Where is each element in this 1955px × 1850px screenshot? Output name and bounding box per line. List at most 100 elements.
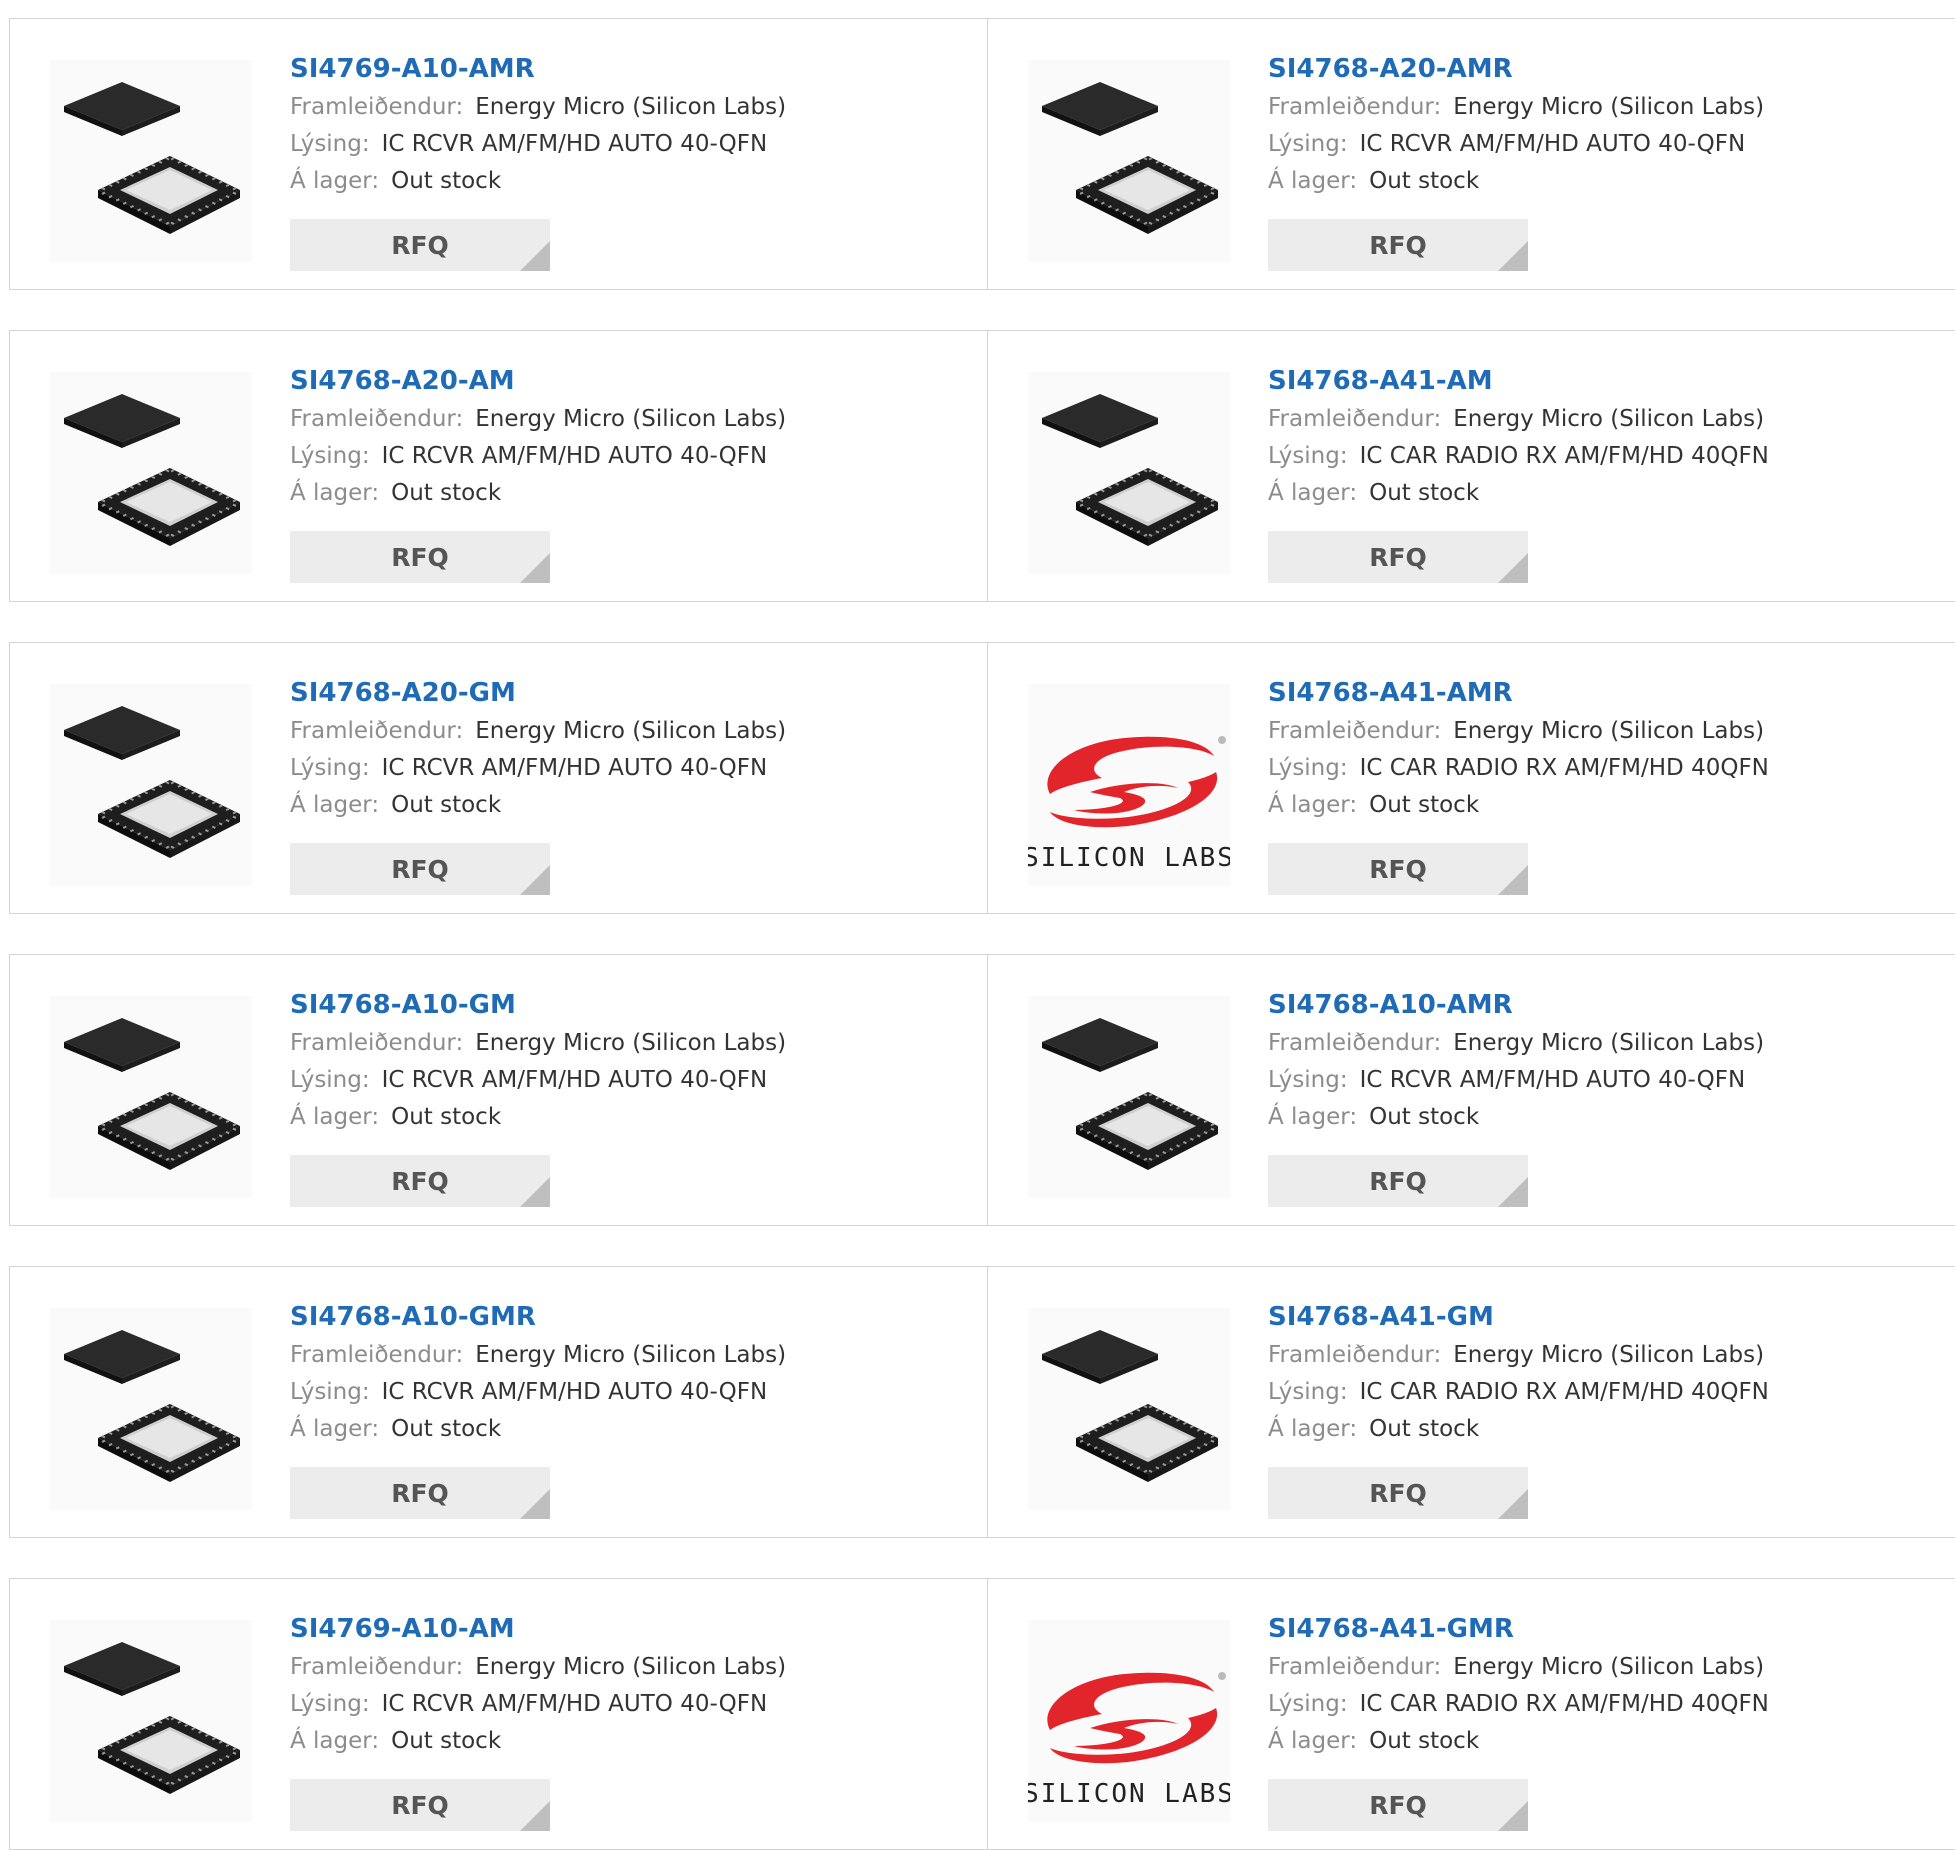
manufacturer-label: Framleiðendur:	[290, 406, 464, 432]
description-label: Lýsing:	[1268, 1691, 1348, 1717]
product-image[interactable]: SILICON LABS	[1028, 684, 1230, 886]
qfn-chip-icon	[1042, 82, 1218, 234]
product-image[interactable]	[50, 60, 252, 262]
product-image[interactable]	[1028, 1308, 1230, 1510]
manufacturer-value: Energy Micro (Silicon Labs)	[1453, 94, 1765, 120]
stock-label: Á lager:	[290, 792, 380, 818]
stock-value: Out stock	[391, 1728, 502, 1754]
logo-text: SILICON LABS	[1028, 1779, 1230, 1809]
stock-value: Out stock	[1369, 480, 1480, 506]
corner-triangle-icon	[1498, 1801, 1528, 1831]
rfq-button[interactable]: RFQ	[290, 1467, 550, 1519]
rfq-button[interactable]: RFQ	[1268, 1779, 1528, 1831]
rfq-button[interactable]: RFQ	[1268, 1467, 1528, 1519]
product-card: SILICON LABS SI4768-A41-AMR Framleiðendu…	[988, 643, 1955, 913]
rfq-label: RFQ	[1369, 854, 1427, 884]
manufacturer-line: Framleiðendur: Energy Micro (Silicon Labs…	[1268, 89, 1764, 126]
rfq-button[interactable]: RFQ	[1268, 219, 1528, 271]
part-number-link[interactable]: SI4768-A20-AMR	[1268, 49, 1764, 89]
rfq-label: RFQ	[391, 1790, 449, 1820]
description-value: IC CAR RADIO RX AM/FM/HD 40QFN	[1359, 755, 1769, 781]
stock-label: Á lager:	[1268, 1728, 1358, 1754]
product-row: SI4768-A10-GMR Framleiðendur: Energy Micr…	[9, 1266, 1955, 1538]
part-number-link[interactable]: SI4768-A41-AMR	[1268, 673, 1769, 713]
product-image[interactable]	[50, 684, 252, 886]
manufacturer-line: Framleiðendur: Energy Micro (Silicon Labs…	[1268, 713, 1769, 750]
rfq-button[interactable]: RFQ	[290, 219, 550, 271]
product-info: SI4768-A41-AMR Framleiðendur: Energy Micr…	[1268, 673, 1769, 824]
stock-value: Out stock	[391, 480, 502, 506]
description-line: Lýsing: IC RCVR AM/FM/HD AUTO 40-QFN	[290, 1686, 786, 1723]
part-number-link[interactable]: SI4768-A41-GM	[1268, 1297, 1769, 1337]
product-image[interactable]	[1028, 996, 1230, 1198]
product-info: SI4768-A20-GM Framleiðendur: Energy Micro…	[290, 673, 786, 824]
description-line: Lýsing: IC CAR RADIO RX AM/FM/HD 40QFN	[1268, 1374, 1769, 1411]
product-image[interactable]	[1028, 60, 1230, 262]
product-image[interactable]	[50, 996, 252, 1198]
stock-value: Out stock	[391, 792, 502, 818]
part-number-link[interactable]: SI4768-A41-AM	[1268, 361, 1769, 401]
manufacturer-value: Energy Micro (Silicon Labs)	[1453, 718, 1765, 744]
part-number-link[interactable]: SI4768-A20-AM	[290, 361, 786, 401]
product-image[interactable]	[50, 372, 252, 574]
part-number-link[interactable]: SI4768-A41-GMR	[1268, 1609, 1769, 1649]
description-line: Lýsing: IC RCVR AM/FM/HD AUTO 40-QFN	[290, 750, 786, 787]
product-row: SI4769-A10-AMR Framleiðendur: Energy Micr…	[9, 18, 1955, 290]
product-info: SI4768-A41-AM Framleiðendur: Energy Micro…	[1268, 361, 1769, 512]
stock-line: Á lager: Out stock	[1268, 1099, 1764, 1136]
description-value: IC RCVR AM/FM/HD AUTO 40-QFN	[381, 755, 768, 781]
logo-text: SILICON LABS	[1028, 843, 1230, 873]
product-image[interactable]	[1028, 372, 1230, 574]
rfq-button[interactable]: RFQ	[290, 843, 550, 895]
corner-triangle-icon	[520, 1801, 550, 1831]
description-label: Lýsing:	[1268, 443, 1348, 469]
rfq-button[interactable]: RFQ	[290, 1779, 550, 1831]
stock-line: Á lager: Out stock	[290, 787, 786, 824]
stock-label: Á lager:	[290, 1416, 380, 1442]
product-info: SI4768-A20-AMR Framleiðendur: Energy Micr…	[1268, 49, 1764, 200]
rfq-label: RFQ	[391, 230, 449, 260]
rfq-button[interactable]: RFQ	[290, 531, 550, 583]
manufacturer-line: Framleiðendur: Energy Micro (Silicon Labs…	[290, 89, 786, 126]
part-number-link[interactable]: SI4768-A10-GMR	[290, 1297, 786, 1337]
part-number-link[interactable]: SI4769-A10-AM	[290, 1609, 786, 1649]
qfn-chip-icon	[64, 706, 240, 858]
product-image[interactable]: SILICON LABS	[1028, 1620, 1230, 1822]
manufacturer-label: Framleiðendur:	[290, 1654, 464, 1680]
manufacturer-label: Framleiðendur:	[1268, 1654, 1442, 1680]
description-label: Lýsing:	[290, 443, 370, 469]
rfq-label: RFQ	[391, 1478, 449, 1508]
part-number-link[interactable]: SI4769-A10-AMR	[290, 49, 786, 89]
qfn-chip-icon	[64, 1642, 240, 1794]
corner-triangle-icon	[1498, 241, 1528, 271]
corner-triangle-icon	[520, 241, 550, 271]
part-number-link[interactable]: SI4768-A10-AMR	[1268, 985, 1764, 1025]
product-image[interactable]	[50, 1620, 252, 1822]
manufacturer-line: Framleiðendur: Energy Micro (Silicon Labs…	[290, 713, 786, 750]
rfq-button[interactable]: RFQ	[1268, 531, 1528, 583]
rfq-label: RFQ	[1369, 1166, 1427, 1196]
manufacturer-label: Framleiðendur:	[290, 718, 464, 744]
description-value: IC CAR RADIO RX AM/FM/HD 40QFN	[1359, 1379, 1769, 1405]
manufacturer-line: Framleiðendur: Energy Micro (Silicon Labs…	[290, 1337, 786, 1374]
stock-value: Out stock	[1369, 168, 1480, 194]
rfq-button[interactable]: RFQ	[290, 1155, 550, 1207]
stock-value: Out stock	[391, 168, 502, 194]
stock-label: Á lager:	[1268, 168, 1358, 194]
product-card: SI4768-A10-AMR Framleiðendur: Energy Micr…	[988, 955, 1955, 1225]
product-info: SI4768-A10-GM Framleiðendur: Energy Micro…	[290, 985, 786, 1136]
product-row: SI4769-A10-AM Framleiðendur: Energy Micro…	[9, 1578, 1955, 1850]
stock-line: Á lager: Out stock	[290, 1723, 786, 1760]
stock-label: Á lager:	[1268, 480, 1358, 506]
rfq-button[interactable]: RFQ	[1268, 843, 1528, 895]
manufacturer-line: Framleiðendur: Energy Micro (Silicon Labs…	[1268, 401, 1769, 438]
qfn-chip-icon	[1042, 394, 1218, 546]
manufacturer-value: Energy Micro (Silicon Labs)	[475, 718, 787, 744]
manufacturer-line: Framleiðendur: Energy Micro (Silicon Labs…	[290, 1649, 786, 1686]
rfq-button[interactable]: RFQ	[1268, 1155, 1528, 1207]
stock-label: Á lager:	[1268, 792, 1358, 818]
part-number-link[interactable]: SI4768-A20-GM	[290, 673, 786, 713]
part-number-link[interactable]: SI4768-A10-GM	[290, 985, 786, 1025]
description-value: IC RCVR AM/FM/HD AUTO 40-QFN	[381, 443, 768, 469]
product-image[interactable]	[50, 1308, 252, 1510]
